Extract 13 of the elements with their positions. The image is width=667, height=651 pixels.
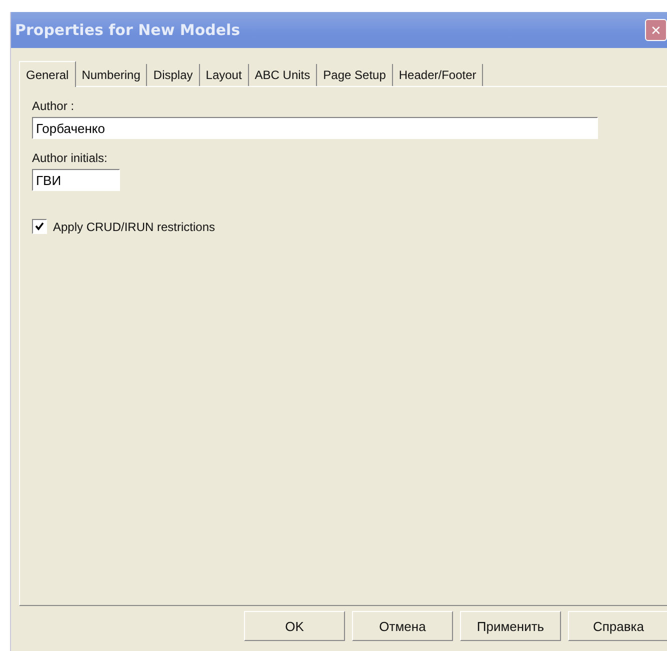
- window-title: Properties for New Models: [15, 21, 240, 39]
- field-label: Author :: [32, 99, 76, 113]
- dialog-button[interactable]: OK: [244, 611, 345, 641]
- dialog-button[interactable]: Справка: [568, 611, 667, 641]
- field-label: Author initials:: [32, 151, 108, 165]
- text-field[interactable]: Горбаченко: [32, 117, 598, 139]
- checkmark-icon: [35, 222, 44, 231]
- dialog-button[interactable]: Отмена: [352, 611, 453, 641]
- checkbox[interactable]: [32, 219, 47, 234]
- text-field[interactable]: ГВИ: [32, 169, 120, 191]
- tab[interactable]: General: [19, 61, 76, 87]
- checkbox-label: Apply CRUD/IRUN restrictions: [53, 220, 216, 234]
- dialog-button[interactable]: Применить: [460, 611, 561, 641]
